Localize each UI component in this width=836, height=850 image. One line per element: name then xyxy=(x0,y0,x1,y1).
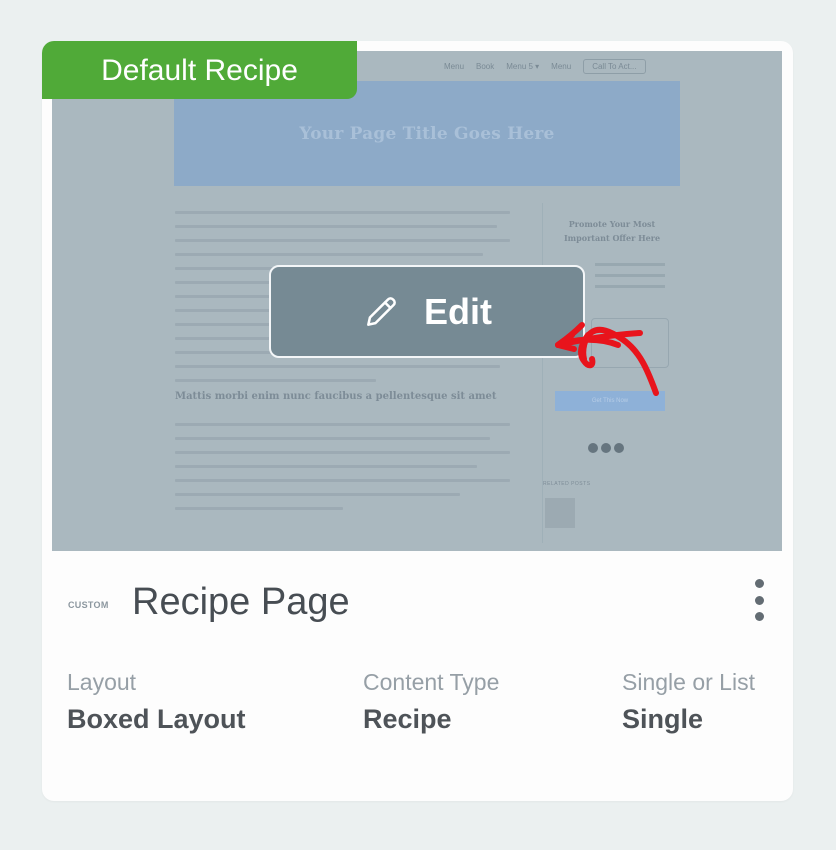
meta-value: Recipe xyxy=(363,704,452,734)
meta-label: Content Type xyxy=(363,669,500,695)
preview-hero-title: Your Page Title Goes Here xyxy=(299,123,555,144)
preview-related-thumb xyxy=(545,498,575,528)
default-recipe-badge: Default Recipe xyxy=(42,41,357,99)
preview-nav-cta: Call To Act... xyxy=(583,59,646,74)
preview-nav-item: Menu xyxy=(551,62,572,71)
meta-single-or-list: Single or List Single xyxy=(622,669,755,735)
meta-value: Boxed Layout xyxy=(67,704,246,734)
preview-nav-item: Menu 5 ▾ xyxy=(506,62,540,71)
preview-nav-item: Menu xyxy=(444,62,465,71)
preview-nav-item: Book xyxy=(476,62,495,71)
template-title: Recipe Page xyxy=(132,581,350,623)
preview-social-icons xyxy=(588,443,624,453)
meta-content-type: Content Type Recipe xyxy=(363,669,499,735)
preview-subheading: Mattis morbi enim nunc faucibus a pellen… xyxy=(175,391,497,402)
more-options-icon[interactable] xyxy=(748,579,770,621)
template-card[interactable]: Menu Book Menu 5 ▾ Menu Call To Act... Y… xyxy=(42,41,793,801)
hand-drawn-arrow-icon xyxy=(555,322,659,396)
template-tag: CUSTOM xyxy=(68,600,109,610)
preview-nav: Menu Book Menu 5 ▾ Menu Call To Act... xyxy=(444,59,646,74)
meta-value: Single xyxy=(622,704,704,734)
preview-related-label: RELATED POSTS xyxy=(543,481,591,487)
meta-label: Layout xyxy=(67,669,137,695)
meta-label: Single or List xyxy=(622,669,755,695)
template-preview[interactable]: Menu Book Menu 5 ▾ Menu Call To Act... Y… xyxy=(52,51,782,551)
preview-paragraph xyxy=(175,423,510,521)
meta-layout: Layout Boxed Layout xyxy=(67,669,246,735)
pencil-icon xyxy=(367,296,396,326)
preview-sidebar-title: Promote Your Most Important Offer Here xyxy=(563,219,661,243)
edit-label: Edit xyxy=(424,290,492,332)
